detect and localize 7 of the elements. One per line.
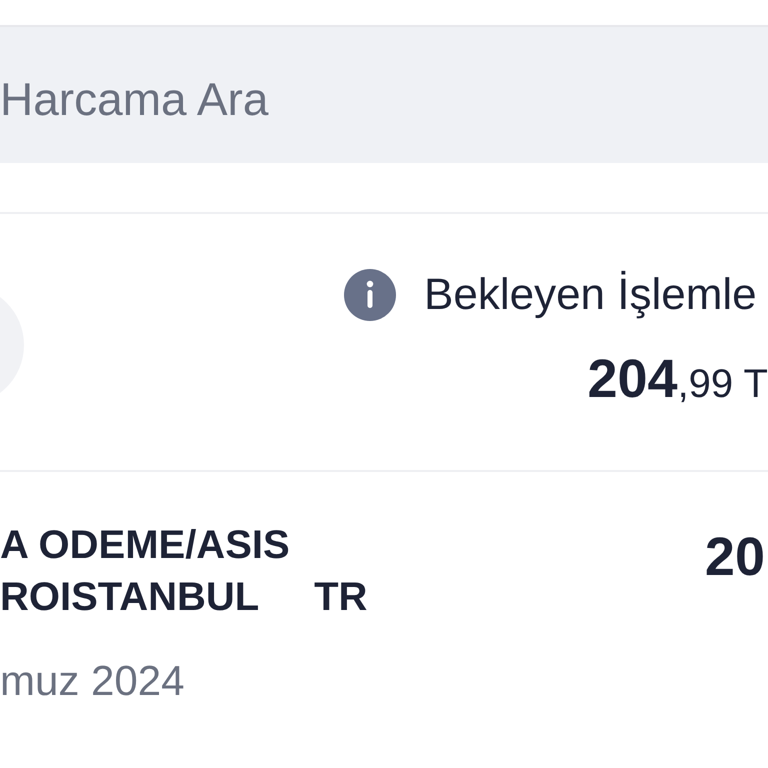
transaction-date: muz 2024 <box>0 656 184 706</box>
pending-transactions-label: Bekleyen İşlemle <box>424 269 757 321</box>
pending-amount: 204,99 T <box>587 349 768 411</box>
info-icon[interactable] <box>344 269 396 321</box>
search-field[interactable]: Harcama Ara <box>0 25 768 163</box>
transaction-description: A ODEME/ASIS ROISTANBUL TR <box>0 522 368 621</box>
transaction-amount: 20 <box>704 527 765 587</box>
